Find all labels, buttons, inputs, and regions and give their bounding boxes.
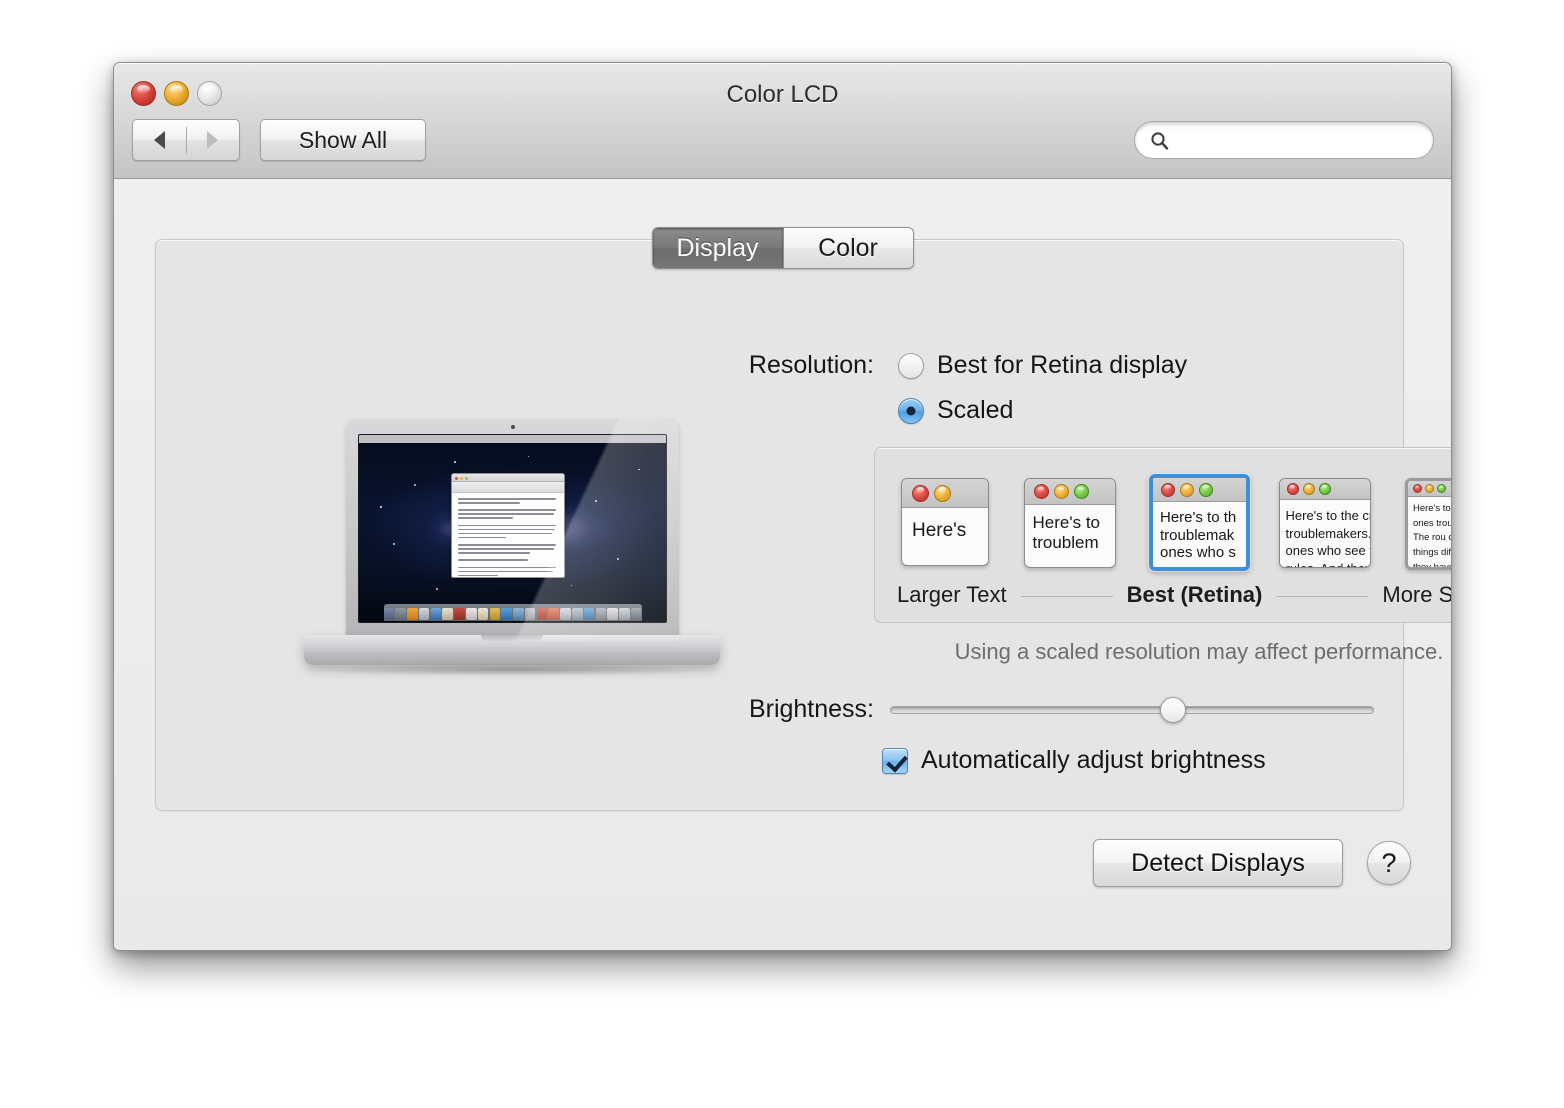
macbook-shadow	[314, 663, 710, 676]
resolution-row-2: Scaled	[702, 396, 1402, 425]
thumbnail-4-text: Here's to the cr troublemakers. ones who…	[1285, 508, 1371, 567]
scale-divider-right	[1276, 595, 1369, 597]
auto-adjust-brightness-checkbox[interactable]	[882, 747, 908, 774]
search-input[interactable]	[1177, 130, 1407, 150]
resolution-row-1: Resolution: Best for Retina display	[702, 351, 1402, 380]
color-lcd-preferences-window: Color LCD Show All Display Color Resolut…	[113, 62, 1452, 951]
back-button[interactable]	[133, 120, 186, 160]
resolution-thumbnail-2[interactable]: Here's to troublem	[1023, 474, 1122, 571]
macbook-base	[304, 635, 720, 665]
preview-menubar	[359, 435, 666, 443]
preview-window-titlebar	[452, 474, 564, 482]
camera-icon	[510, 425, 515, 429]
resolution-label: Resolution:	[748, 351, 874, 379]
show-all-button[interactable]: Show All	[260, 119, 426, 161]
radio-scaled[interactable]	[898, 397, 924, 424]
detect-displays-button[interactable]: Detect Displays	[1093, 839, 1343, 887]
label-more-space: More Space	[1382, 582, 1452, 607]
brightness-slider-track[interactable]	[890, 705, 1374, 714]
auto-adjust-brightness-label[interactable]: Automatically adjust brightness	[921, 746, 1266, 775]
chevron-left-icon	[154, 131, 165, 149]
label-larger-text: Larger Text	[897, 582, 1007, 607]
forward-button[interactable]	[186, 120, 239, 160]
window-titlebar: Color LCD Show All	[114, 63, 1451, 179]
radio-scaled-label[interactable]: Scaled	[937, 396, 1013, 425]
preview-window-toolbar	[452, 482, 564, 493]
window-title: Color LCD	[726, 81, 839, 108]
brightness-slider[interactable]	[890, 696, 1374, 723]
thumbnail-3-text: Here's to th troublemak ones who s	[1160, 509, 1237, 562]
thumbnail-1-text: Here's	[912, 520, 967, 541]
resolution-thumbnail-3[interactable]: Here's to th troublemak ones who s	[1149, 474, 1250, 571]
brightness-slider-thumb[interactable]	[1160, 696, 1187, 723]
label-best-retina: Best (Retina)	[1126, 582, 1263, 607]
search-icon	[1151, 131, 1169, 150]
auto-brightness-row: Automatically adjust brightness	[882, 746, 1402, 775]
radio-best-for-retina-label[interactable]: Best for Retina display	[937, 351, 1187, 380]
resolution-scale-labels: Larger Text Best (Retina) More Space	[897, 580, 1452, 608]
preferences-content: Display Color Resolution: Best for Retin…	[114, 179, 1451, 950]
tab-color[interactable]: Color	[782, 228, 913, 268]
macbook-screen	[358, 434, 667, 623]
brightness-label: Brightness:	[748, 695, 874, 723]
resolution-thumbnail-4[interactable]: Here's to the cr troublemakers. ones who…	[1277, 474, 1375, 571]
search-field[interactable]	[1134, 121, 1434, 159]
chevron-right-icon	[207, 131, 218, 149]
brightness-row: Brightness:	[702, 695, 1402, 724]
performance-note: Using a scaled resolution may affect per…	[954, 639, 1444, 664]
navigation-segmented-control[interactable]	[132, 119, 240, 161]
display-settings-column: Resolution: Best for Retina display Scal…	[702, 351, 1451, 775]
scaled-resolution-picker: Here's Here's to troublem Here's to th t…	[874, 447, 1452, 623]
help-button[interactable]: ?	[1367, 841, 1411, 885]
macbook-notch	[481, 635, 543, 641]
resolution-thumbnail-1[interactable]: Here's	[897, 474, 995, 571]
resolution-thumbnail-5[interactable]: Here's to the crazy ones troublemakers. …	[1403, 474, 1452, 571]
thumbnail-2-text: Here's to troublem	[1032, 513, 1101, 553]
preview-dock	[383, 604, 642, 621]
scale-divider-left	[1020, 595, 1113, 597]
preview-window-text	[452, 493, 564, 577]
tab-display[interactable]: Display	[652, 228, 783, 268]
thumbnail-5-text: Here's to the crazy ones troublemakers. …	[1413, 503, 1452, 570]
resolution-thumbnail-list: Here's Here's to troublem Here's to th t…	[897, 474, 1452, 574]
preview-textedit-window	[451, 473, 565, 578]
display-preview-illustration	[304, 419, 720, 689]
radio-best-for-retina[interactable]	[898, 352, 924, 379]
tab-bar: Display Color	[651, 227, 914, 269]
macbook-lid	[346, 419, 679, 641]
